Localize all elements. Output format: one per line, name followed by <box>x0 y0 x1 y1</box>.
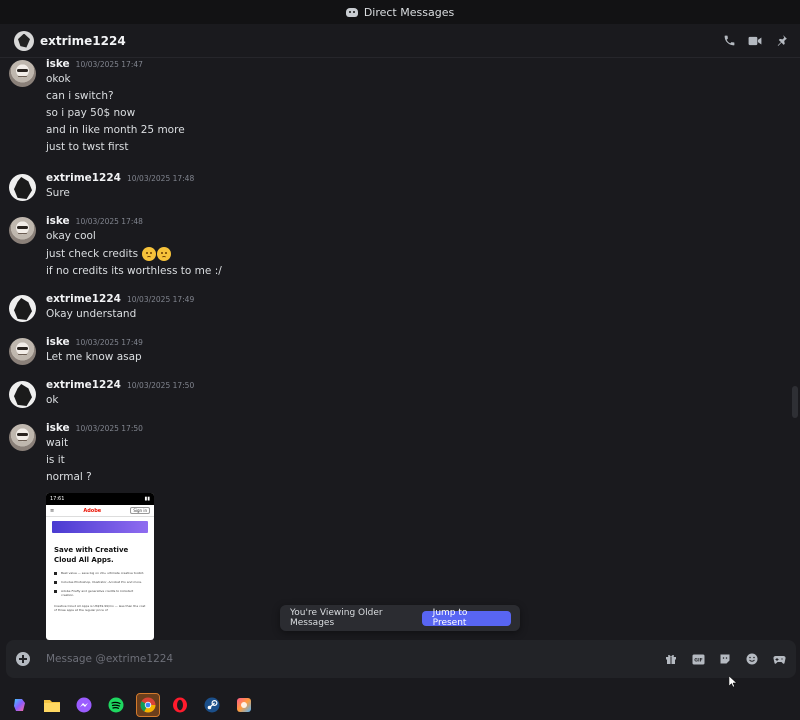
photos-icon[interactable] <box>233 694 255 716</box>
sticker-icon[interactable] <box>718 652 732 666</box>
message-text: just check credits <box>46 248 139 260</box>
attachment-footer-text: Creative Cloud All Apps is US$59.99/mo —… <box>54 604 146 612</box>
messenger-icon[interactable] <box>73 694 95 716</box>
list-item: Adobe Firefly and generative credits to … <box>54 589 146 597</box>
header-actions <box>722 34 788 48</box>
add-attachment-icon[interactable] <box>16 652 30 666</box>
avatar[interactable] <box>9 60 36 87</box>
message-text: if no credits its worthless to me :/ <box>46 265 222 277</box>
copilot-icon[interactable] <box>9 694 31 716</box>
message-timestamp: 10/03/2025 17:47 <box>75 60 143 69</box>
signin-button: Sign in <box>130 507 150 514</box>
avatar[interactable] <box>9 381 36 408</box>
message-text-with-emoji: just check credits <box>46 247 172 261</box>
avatar[interactable] <box>9 174 36 201</box>
spotify-icon[interactable] <box>105 694 127 716</box>
message-text: and in like month 25 more <box>46 124 185 136</box>
phone-icon[interactable] <box>722 34 736 48</box>
phone-status-time: 17:61 <box>50 496 65 502</box>
message-text: ok <box>46 394 59 406</box>
avatar[interactable] <box>9 424 36 451</box>
avatar[interactable] <box>14 30 34 51</box>
message-author[interactable]: iske <box>46 336 70 348</box>
message-author[interactable]: iske <box>46 58 70 70</box>
message-composer: GIF <box>6 640 796 678</box>
message-timestamp: 10/03/2025 17:49 <box>75 338 143 347</box>
worried-face-emoji-icon[interactable] <box>142 247 157 261</box>
gif-icon[interactable]: GIF <box>691 652 705 666</box>
message-timestamp: 10/03/2025 17:48 <box>126 174 195 183</box>
avatar[interactable] <box>9 217 36 244</box>
steam-icon[interactable] <box>201 694 223 716</box>
composer-tools: GIF <box>664 652 786 666</box>
message-text: okay cool <box>46 230 96 242</box>
menu-icon: ≡ <box>50 507 55 514</box>
message-timestamp: 10/03/2025 17:50 <box>75 424 143 433</box>
message-timestamp: 10/03/2025 17:49 <box>126 295 195 304</box>
list-item: Best value — save big on 20+ ultimate cr… <box>54 571 146 575</box>
taskbar <box>0 690 800 720</box>
avatar[interactable] <box>9 295 36 322</box>
scrollbar-thumb[interactable] <box>792 386 798 418</box>
file-explorer-icon[interactable] <box>41 694 63 716</box>
message-text: just to twst first <box>46 141 129 153</box>
discord-logo-icon <box>345 7 358 17</box>
message-timestamp: 10/03/2025 17:50 <box>126 381 195 390</box>
gift-icon[interactable] <box>664 652 678 666</box>
promo-banner <box>52 521 148 533</box>
message-text: can i switch? <box>46 90 114 102</box>
check-icon <box>54 590 57 593</box>
emoji-icon[interactable] <box>745 652 759 666</box>
message-text: normal ? <box>46 471 92 483</box>
message-author[interactable]: iske <box>46 422 70 434</box>
activity-icon[interactable] <box>772 652 786 666</box>
battery-icon: ▮▮ <box>144 496 150 502</box>
check-icon <box>54 572 57 575</box>
message-text: is it <box>46 454 65 466</box>
message-text: Okay understand <box>46 308 137 320</box>
message-timestamp: 10/03/2025 17:48 <box>75 217 143 226</box>
message-author[interactable]: iske <box>46 215 70 227</box>
message-author[interactable]: extrime1224 <box>46 379 121 391</box>
mouse-cursor-icon <box>729 676 737 688</box>
attachment-bullets: Best value — save big on 20+ ultimate cr… <box>46 565 154 597</box>
message-text: okok <box>46 73 71 85</box>
avatar[interactable] <box>9 338 36 365</box>
attachment-heading: Save with Creative Cloud All Apps. <box>54 546 129 564</box>
adobe-logo: Adobe <box>83 507 102 514</box>
window-title: Direct Messages <box>363 5 455 19</box>
older-messages-text: You're Viewing Older Messages <box>290 608 383 628</box>
message-text: Let me know asap <box>46 351 142 363</box>
jump-to-present-button[interactable]: Jump to Present <box>421 608 511 628</box>
message-text: wait <box>46 437 69 449</box>
chrome-icon[interactable] <box>136 693 160 717</box>
phone-status-bar: 17:61 ▮▮ <box>46 493 154 505</box>
opera-icon[interactable] <box>169 694 191 716</box>
pin-icon[interactable] <box>774 34 788 48</box>
image-attachment[interactable]: 17:61 ▮▮ ≡ Adobe Sign in Save with Creat… <box>46 493 154 640</box>
video-icon[interactable] <box>748 34 762 48</box>
list-item: Includes Photoshop, Illustrator, Acrobat… <box>54 580 146 584</box>
dm-recipient-name[interactable]: extrime1224 <box>40 34 126 48</box>
adobe-navbar: ≡ Adobe Sign in <box>46 505 154 517</box>
message-list: iske 10/03/2025 17:47 okok can i switch? … <box>0 58 790 640</box>
dm-header: extrime1224 <box>0 24 800 58</box>
message-text: Sure <box>46 187 70 199</box>
older-messages-bar: You're Viewing Older Messages Jump to Pr… <box>280 605 520 631</box>
svg-text:GIF: GIF <box>694 657 702 663</box>
message-text: so i pay 50$ now <box>46 107 136 119</box>
worried-face-emoji-icon[interactable] <box>157 247 172 261</box>
check-icon <box>54 581 57 584</box>
message-author[interactable]: extrime1224 <box>46 293 121 305</box>
message-author[interactable]: extrime1224 <box>46 172 121 184</box>
message-input[interactable] <box>46 653 664 665</box>
title-bar: Direct Messages <box>0 0 800 24</box>
